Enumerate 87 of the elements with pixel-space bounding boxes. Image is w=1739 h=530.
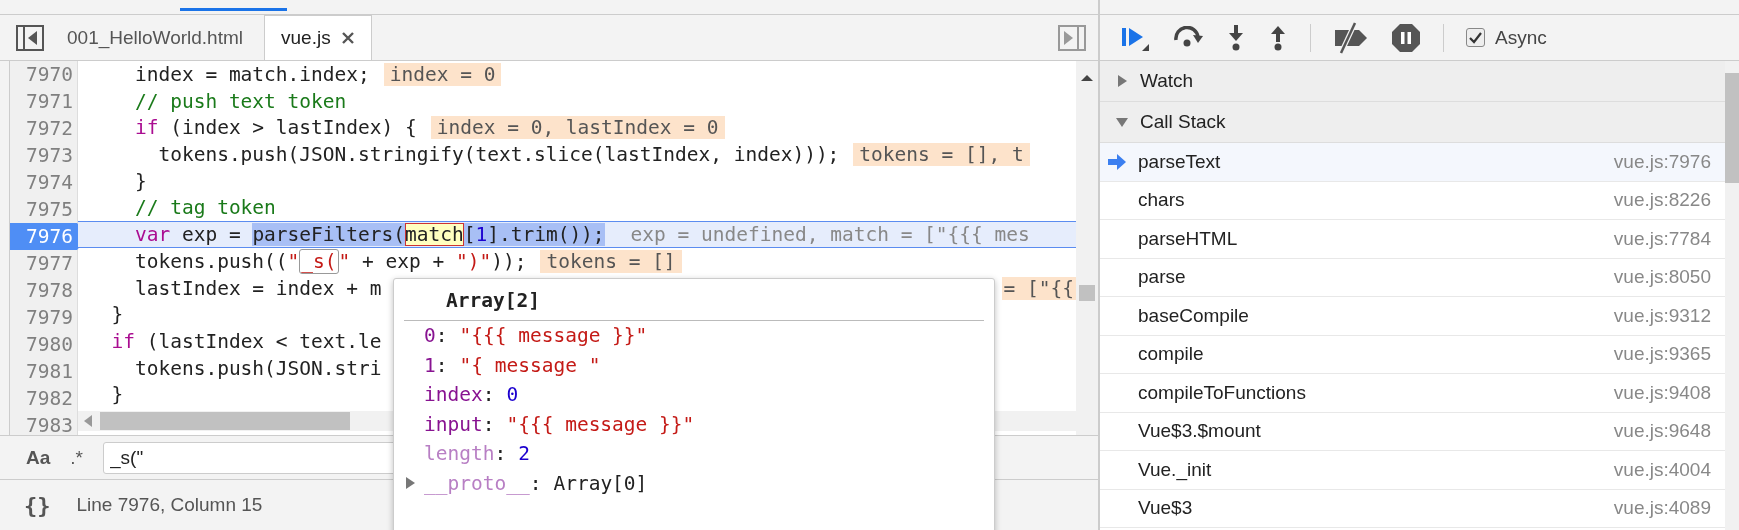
section-header[interactable]: Watch	[1100, 61, 1725, 102]
step-into-icon[interactable]	[1226, 23, 1246, 52]
cursor-position: Line 7976, Column 15	[76, 494, 263, 516]
code-text: "	[338, 249, 351, 273]
colon: :	[482, 412, 495, 436]
colon: :	[435, 353, 448, 377]
inline-value: tokens = [], t	[853, 142, 1030, 166]
async-label: Async	[1495, 26, 1547, 49]
code-text: _s(	[299, 248, 339, 274]
regex-toggle[interactable]: .*	[70, 446, 83, 469]
deactivate-breakpoints-icon[interactable]	[1333, 21, 1369, 54]
code-text: + exp +	[361, 249, 446, 273]
scroll-thumb[interactable]	[1079, 285, 1095, 301]
pause-on-exceptions-icon[interactable]	[1391, 22, 1421, 53]
code-text: match	[405, 222, 464, 246]
code-text: (index > lastIndex) {	[169, 116, 417, 140]
line-number: 7970	[25, 62, 74, 88]
match-case-toggle[interactable]: Aa	[26, 446, 51, 469]
property-key: 1	[424, 353, 436, 377]
line-number: 7977	[25, 251, 74, 277]
inline-value: tokens = []	[540, 249, 682, 273]
expand-icon[interactable]	[1116, 75, 1128, 87]
code-text: tokens.push(JSON.stringify(text.slice(lastIndex, index)));	[157, 142, 840, 166]
vertical-scrollbar[interactable]	[1076, 61, 1098, 435]
code-text: }	[110, 383, 124, 407]
property-key: __proto__	[424, 471, 530, 495]
code-text: if	[133, 116, 159, 140]
colon: :	[529, 471, 542, 495]
inline-value: = ["{{	[1001, 276, 1076, 300]
inline-value: exp = undefined, match = ["{{{ mes	[630, 222, 1030, 246]
popover-title: Array[2]	[404, 279, 984, 321]
pretty-print-button[interactable]: {}	[24, 492, 51, 518]
line-number: 7979	[25, 305, 74, 331]
line-number: 7973	[25, 143, 74, 169]
code-text: // push text token	[133, 89, 347, 113]
colon: :	[435, 324, 448, 348]
line-number: 7981	[25, 359, 74, 385]
code-text: "	[287, 249, 300, 273]
property-key: 0	[424, 324, 436, 348]
code-text: if	[110, 330, 135, 354]
line-number: 7972	[25, 116, 74, 142]
property-value: "{{{ message }}"	[506, 412, 695, 436]
code-text: parseFilters(	[252, 222, 405, 246]
property-value: Array[0]	[553, 471, 648, 495]
colon: :	[482, 383, 495, 407]
code-text: ")"	[456, 249, 492, 273]
inline-value: index = 0, lastIndex = 0	[430, 116, 725, 140]
property-value: "{{{ message }}"	[459, 324, 648, 348]
line-number: 7982	[25, 386, 74, 412]
vertical-scrollbar[interactable]	[1725, 61, 1739, 530]
close-icon[interactable]	[340, 31, 355, 45]
code-text: exp =	[180, 222, 242, 246]
code-text: var	[133, 222, 171, 246]
file-tab[interactable]: 001_HelloWorld.html	[50, 15, 260, 60]
expand-icon[interactable]	[404, 477, 416, 490]
current-frame-icon	[1108, 153, 1126, 170]
line-number: 7974	[25, 170, 74, 196]
property-value: "{ message "	[459, 353, 601, 377]
line-number: 7983	[25, 413, 74, 435]
code-text: 1	[475, 222, 488, 246]
code-text: tokens.push((	[133, 249, 288, 273]
line-number: 7978	[25, 278, 74, 304]
property-key: index	[424, 383, 483, 407]
code-text: ));	[491, 249, 527, 273]
scroll-thumb[interactable]	[100, 412, 350, 430]
code-text: tokens.push(JSON.stri	[133, 356, 382, 380]
section-header[interactable]: Call Stack	[1100, 102, 1725, 143]
file-tab[interactable]: vue.js	[264, 15, 372, 60]
line-number: 7975	[25, 197, 74, 223]
code-text: lastIndex = index + m	[133, 276, 382, 300]
async-checkbox[interactable]	[1466, 28, 1485, 47]
code-text: // tag token	[133, 196, 276, 220]
line-number: 7980	[25, 332, 74, 358]
property-value: 0	[506, 383, 519, 407]
scroll-thumb[interactable]	[1725, 73, 1739, 183]
property-key: length	[424, 442, 495, 466]
code-text: ].trim());	[487, 222, 605, 246]
collapse-icon[interactable]	[1116, 116, 1128, 128]
property-key: input	[424, 412, 483, 436]
code-text: index = match.index;	[133, 62, 370, 86]
property-value: 2	[518, 442, 530, 466]
code-text: (lastIndex < text.le	[145, 330, 382, 354]
code-text: }	[133, 169, 147, 193]
inline-value: index = 0	[383, 62, 502, 86]
line-number: 7971	[25, 89, 74, 115]
call-frame[interactable]: parseText vue.js:7976	[1100, 143, 1725, 182]
code-text: }	[110, 303, 124, 327]
